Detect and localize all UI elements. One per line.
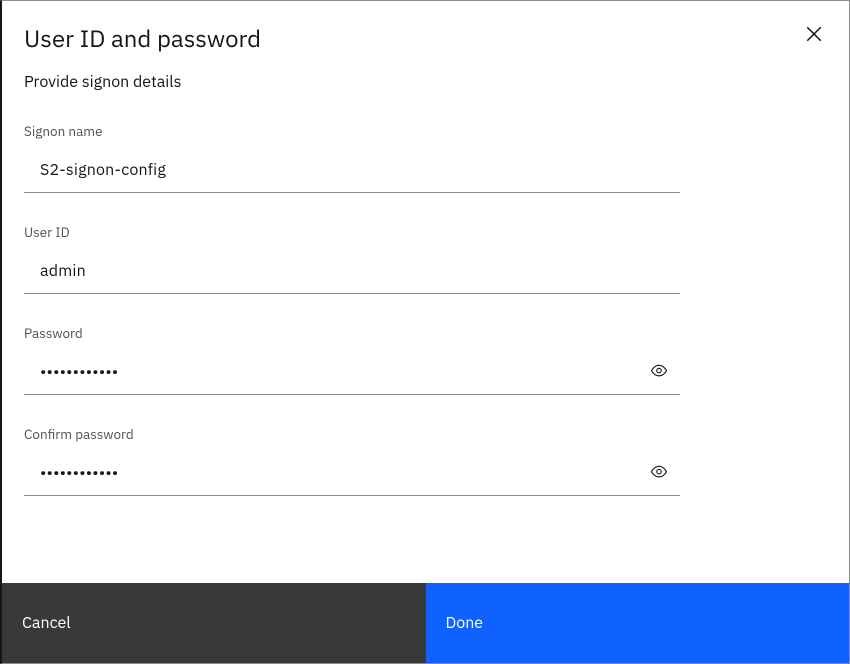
password-label: Password (24, 324, 827, 342)
signon-name-field: Signon name (24, 122, 827, 193)
done-button[interactable]: Done (426, 583, 850, 663)
password-visibility-toggle[interactable] (646, 358, 672, 387)
confirm-password-field: Confirm password (24, 425, 827, 496)
dialog-footer: Cancel Done (2, 583, 849, 663)
password-field: Password (24, 324, 827, 395)
confirm-password-input[interactable] (24, 457, 680, 495)
close-button[interactable] (801, 21, 827, 50)
confirm-password-visibility-toggle[interactable] (646, 459, 672, 488)
confirm-password-input-wrap (24, 457, 680, 496)
form-area: Signon name User ID Password (2, 92, 849, 583)
user-id-field: User ID (24, 223, 827, 294)
signon-name-input-wrap (24, 154, 680, 193)
signon-name-input[interactable] (24, 154, 680, 192)
signon-name-label: Signon name (24, 122, 827, 140)
eye-icon (650, 463, 668, 484)
close-icon (805, 25, 823, 46)
user-id-label: User ID (24, 223, 827, 241)
dialog-title: User ID and password (24, 23, 261, 54)
signon-dialog: User ID and password Provide signon deta… (2, 1, 849, 663)
cancel-button[interactable]: Cancel (2, 583, 426, 663)
password-input[interactable] (24, 356, 680, 394)
user-id-input-wrap (24, 255, 680, 294)
password-input-wrap (24, 356, 680, 395)
confirm-password-label: Confirm password (24, 425, 827, 443)
eye-icon (650, 362, 668, 383)
dialog-header: User ID and password (2, 1, 849, 54)
dialog-subtitle: Provide signon details (2, 54, 849, 92)
user-id-input[interactable] (24, 255, 680, 293)
